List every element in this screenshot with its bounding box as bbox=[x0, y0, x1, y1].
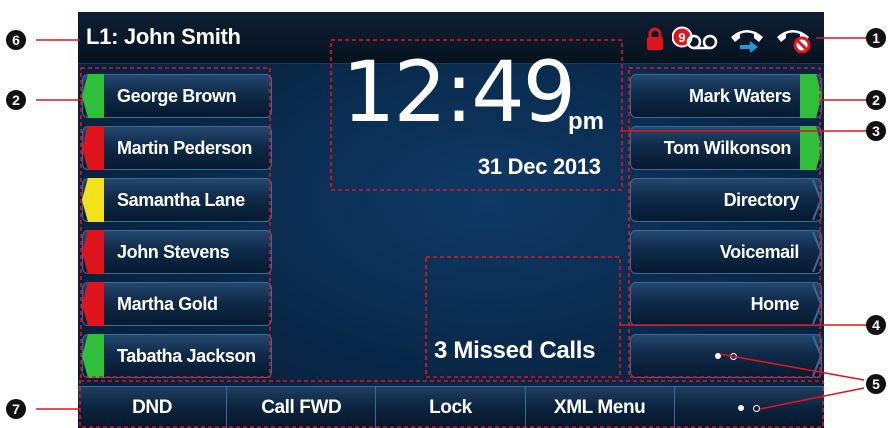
line-key-label: Directory bbox=[723, 189, 800, 210]
line-key-samantha-lane[interactable]: Samantha Lane bbox=[82, 178, 272, 222]
softkey-lock[interactable]: Lock bbox=[376, 387, 526, 428]
line-key-martha-gold[interactable]: Martha Gold bbox=[82, 282, 272, 326]
line-key-mark-waters[interactable]: Mark Waters bbox=[630, 74, 822, 118]
phone-screen: L1: John Smith 9 George Brown Martin Ped… bbox=[78, 12, 824, 428]
line-key-martin-pederson[interactable]: Martin Pederson bbox=[82, 126, 272, 170]
softkey-dnd[interactable]: DND bbox=[78, 387, 228, 428]
callout-3: 3 bbox=[866, 121, 886, 141]
chevron-right-icon bbox=[812, 335, 823, 377]
voicemail-icon: 9 bbox=[672, 26, 720, 52]
led-green-icon bbox=[82, 74, 104, 118]
line-key-john-stevens[interactable]: John Stevens bbox=[82, 230, 272, 274]
line-key-label: Mark Waters bbox=[689, 85, 791, 106]
led-green-icon bbox=[82, 334, 104, 378]
clock-ampm: pm bbox=[568, 108, 604, 135]
line-key-voicemail[interactable]: Voicemail bbox=[630, 230, 823, 274]
callout-5: 5 bbox=[866, 374, 886, 394]
line-key-label: John Stevens bbox=[117, 241, 230, 262]
led-yellow-icon bbox=[82, 178, 104, 222]
softkey-bar: DND Call FWD Lock XML Menu bbox=[78, 386, 824, 428]
led-red-icon bbox=[82, 126, 104, 170]
page-indicator-icon bbox=[738, 404, 761, 412]
chevron-right-icon bbox=[812, 283, 823, 325]
missed-calls-notification[interactable]: 3 Missed Calls bbox=[434, 337, 596, 365]
status-icons: 9 bbox=[646, 24, 814, 54]
clock-date: 31 Dec 2013 bbox=[478, 154, 601, 179]
callout-4: 4 bbox=[866, 315, 886, 335]
line-key-label: George Brown bbox=[117, 85, 237, 106]
line-key-home[interactable]: Home bbox=[630, 282, 823, 326]
softkey-call-fwd[interactable]: Call FWD bbox=[227, 387, 377, 428]
callout-7: 7 bbox=[6, 399, 26, 419]
led-red-icon bbox=[82, 230, 104, 274]
line-key-label: Tom Wilkonson bbox=[663, 137, 792, 158]
do-not-disturb-icon bbox=[774, 25, 814, 53]
line-title: L1: John Smith bbox=[86, 24, 241, 49]
led-red-icon bbox=[82, 282, 104, 326]
line-key-label: Voicemail bbox=[719, 241, 800, 262]
callout-2-right: 2 bbox=[866, 90, 886, 110]
lock-icon bbox=[646, 27, 664, 51]
callout-6: 6 bbox=[6, 30, 26, 50]
line-key-label: Samantha Lane bbox=[117, 189, 245, 210]
call-forward-icon bbox=[728, 25, 766, 53]
chevron-right-icon bbox=[812, 231, 823, 273]
line-key-george-brown[interactable]: George Brown bbox=[82, 74, 272, 118]
line-key-directory[interactable]: Directory bbox=[630, 178, 823, 222]
callout-2-left: 2 bbox=[6, 90, 26, 110]
more-line-keys-button[interactable] bbox=[630, 334, 823, 378]
line-key-tabatha-jackson[interactable]: Tabatha Jackson bbox=[82, 334, 272, 378]
page-indicator-icon bbox=[715, 352, 737, 360]
clock-time: 12:49 bbox=[342, 43, 576, 141]
softkey-more-button[interactable] bbox=[675, 387, 824, 428]
line-key-tom-wilkonson[interactable]: Tom Wilkonson bbox=[630, 126, 822, 170]
line-key-label: Martin Pederson bbox=[117, 137, 253, 158]
chevron-right-icon bbox=[812, 179, 823, 221]
line-key-label: Home bbox=[750, 293, 800, 314]
led-green-icon bbox=[800, 126, 822, 170]
voicemail-count: 9 bbox=[678, 29, 686, 45]
led-green-icon bbox=[800, 74, 822, 118]
callout-1: 1 bbox=[866, 28, 886, 48]
line-key-label: Martha Gold bbox=[117, 293, 218, 314]
softkey-xml-menu[interactable]: XML Menu bbox=[526, 387, 675, 428]
line-key-label: Tabatha Jackson bbox=[117, 345, 256, 366]
